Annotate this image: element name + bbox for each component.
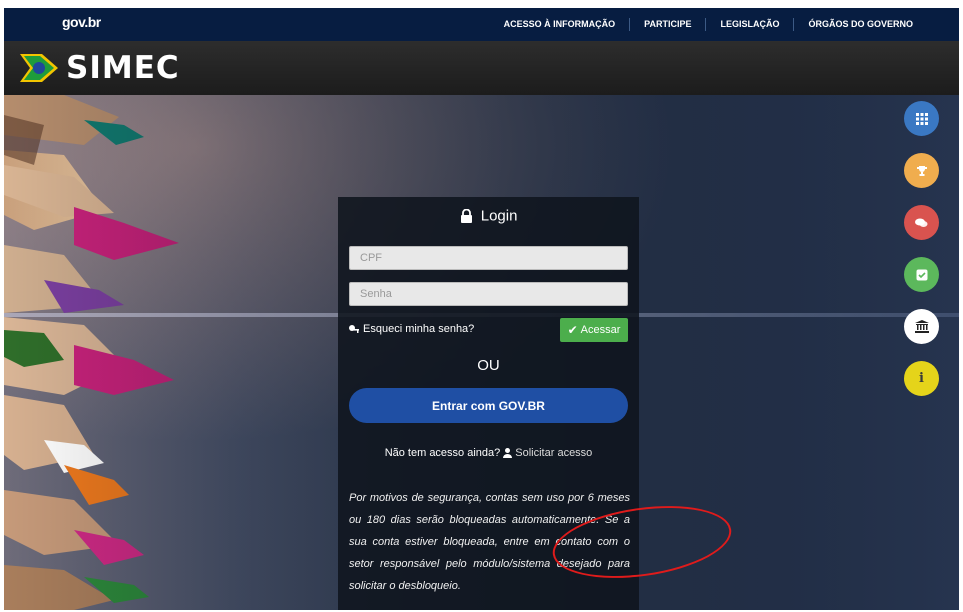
info-button[interactable]: i bbox=[904, 361, 939, 396]
trophy-button[interactable] bbox=[904, 153, 939, 188]
login-title-text: Login bbox=[480, 207, 518, 225]
lock-icon bbox=[460, 208, 472, 224]
apps-button[interactable] bbox=[904, 101, 939, 136]
brand-name: SIMEC bbox=[66, 50, 180, 86]
simec-header: SIMEC bbox=[4, 41, 959, 95]
user-icon bbox=[503, 448, 513, 458]
chat-button[interactable] bbox=[904, 205, 939, 240]
govbr-links: ACESSO À INFORMAÇÃO PARTICIPE LEGISLAÇÃO… bbox=[490, 8, 959, 41]
cpf-input[interactable] bbox=[349, 246, 628, 270]
info-icon: i bbox=[919, 371, 924, 386]
govbr-bar: gov.br ACESSO À INFORMAÇÃO PARTICIPE LEG… bbox=[4, 8, 959, 41]
link-acesso-informacao[interactable]: ACESSO À INFORMAÇÃO bbox=[490, 18, 630, 31]
tasks-button[interactable] bbox=[904, 257, 939, 292]
govbr-login-button[interactable]: Entrar com GOV.BR bbox=[349, 388, 628, 423]
key-icon bbox=[349, 324, 359, 333]
link-orgaos-governo[interactable]: ÓRGÃOS DO GOVERNO bbox=[793, 18, 959, 31]
link-participe[interactable]: PARTICIPE bbox=[629, 18, 705, 31]
forgot-password-link[interactable]: Esqueci minha senha? bbox=[349, 323, 474, 335]
comments-icon bbox=[915, 218, 928, 227]
acessar-button[interactable]: ✔ Acessar bbox=[560, 318, 628, 342]
acessar-label: Acessar bbox=[580, 324, 621, 336]
govbr-logo[interactable]: gov.br bbox=[62, 14, 101, 30]
security-notice: Por motivos de segurança, contas sem uso… bbox=[349, 492, 630, 592]
login-panel: Login Esqueci minha senha? ✔ Acessar OU … bbox=[338, 197, 639, 610]
forgot-password-text: Esqueci minha senha? bbox=[363, 323, 475, 335]
grid-icon bbox=[915, 112, 928, 125]
login-title: Login bbox=[338, 207, 639, 225]
link-legislacao[interactable]: LEGISLAÇÃO bbox=[705, 18, 793, 31]
no-access-row: Não tem acesso ainda? Solicitar acesso bbox=[338, 447, 639, 459]
institution-button[interactable] bbox=[904, 309, 939, 344]
request-access-link[interactable]: Solicitar acesso bbox=[515, 447, 592, 459]
brazil-flag-arrow-icon bbox=[20, 54, 58, 82]
or-separator: OU bbox=[477, 357, 500, 374]
no-access-text: Não tem acesso ainda? bbox=[384, 447, 501, 459]
senha-input[interactable] bbox=[349, 282, 628, 306]
check-square-icon bbox=[916, 269, 927, 280]
institution-icon bbox=[914, 320, 929, 333]
checkmark-icon: ✔ bbox=[567, 323, 578, 337]
trophy-icon bbox=[916, 165, 927, 176]
simec-logo[interactable]: SIMEC bbox=[20, 50, 180, 86]
browser-viewport: gov.br ACESSO À INFORMAÇÃO PARTICIPE LEG… bbox=[4, 8, 959, 610]
